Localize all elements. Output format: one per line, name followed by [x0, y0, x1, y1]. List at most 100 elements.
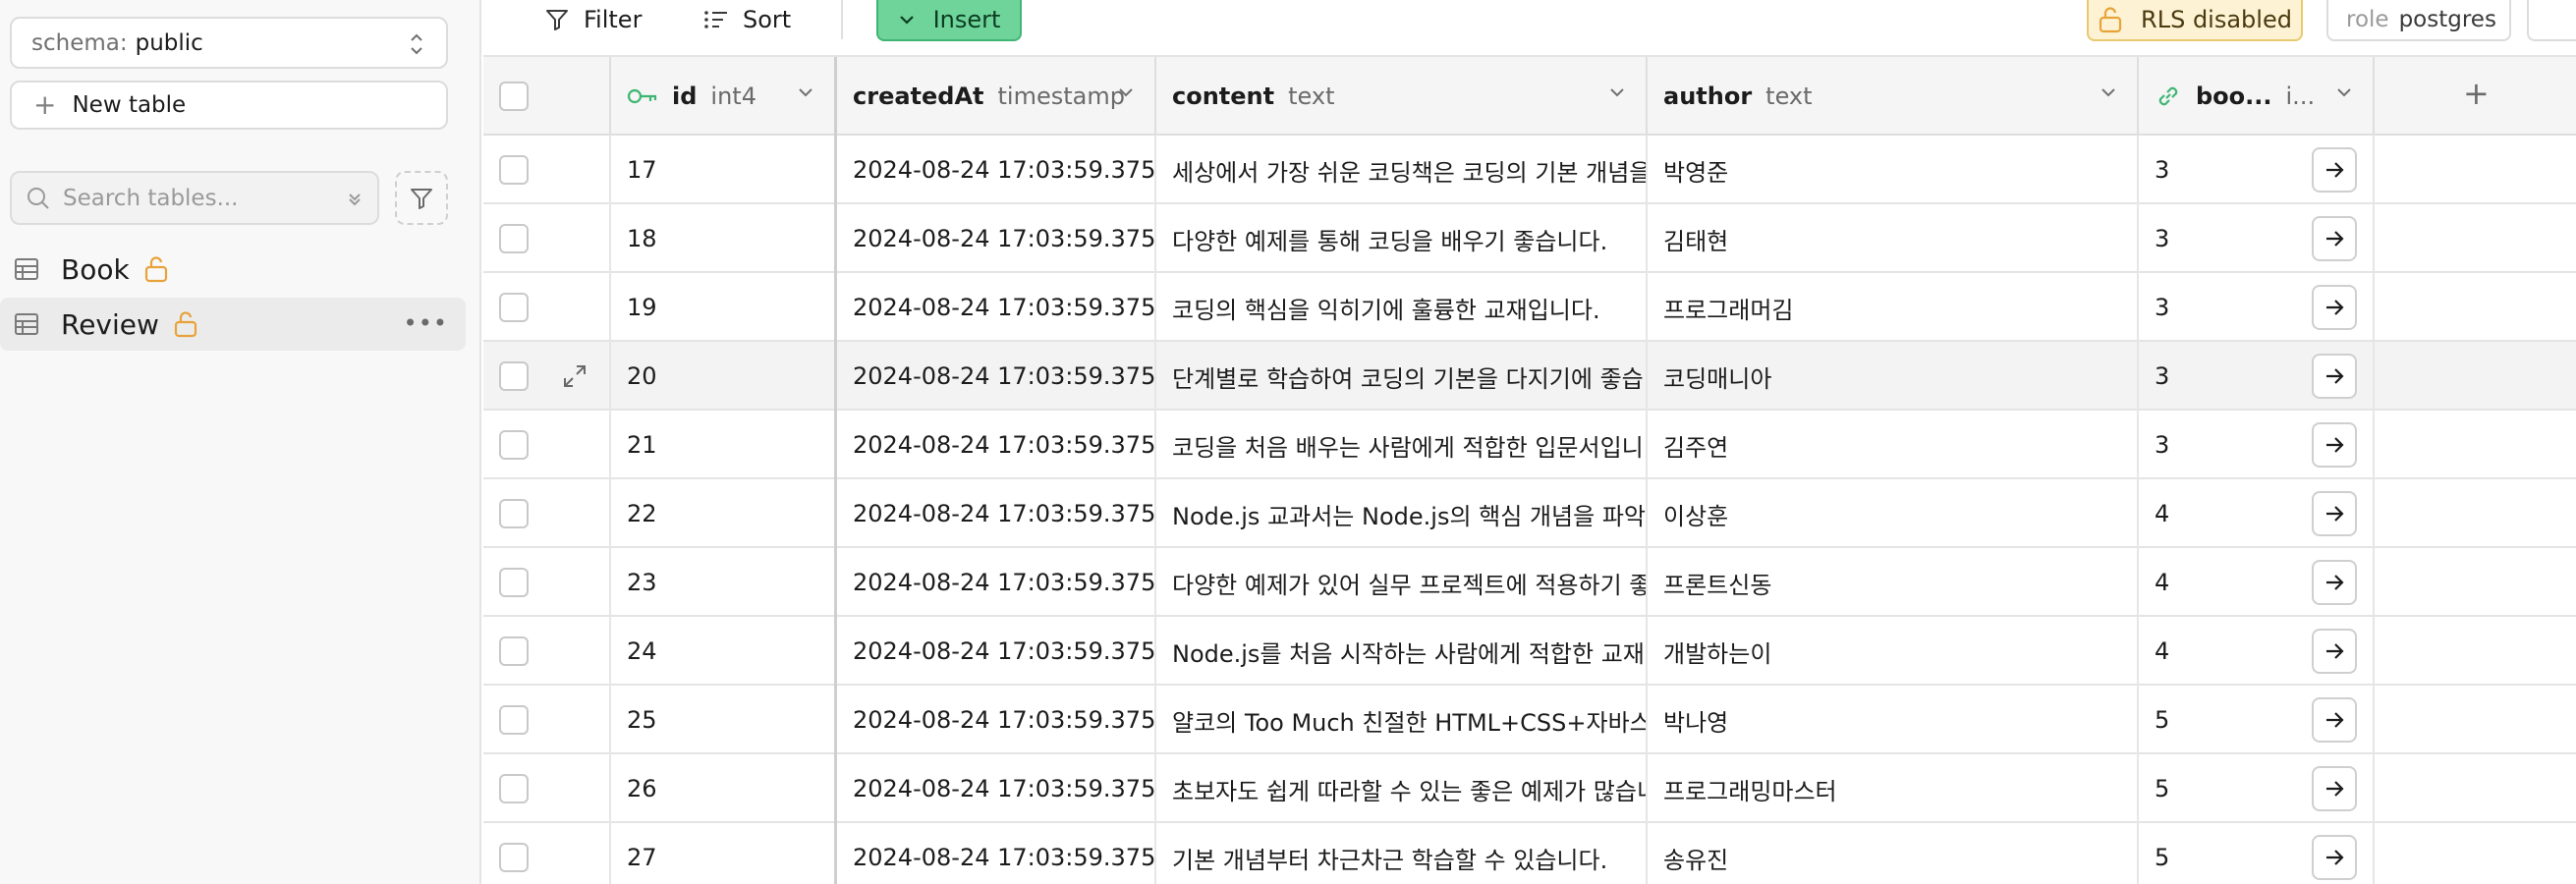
expand-row-icon[interactable]: [560, 361, 589, 391]
sidebar-item-review[interactable]: Review •••: [0, 298, 466, 351]
cell-author[interactable]: 박영준: [1648, 136, 2139, 204]
cell-createdat[interactable]: 2024-08-24 17:03:59.375: [837, 342, 1156, 411]
cell-book[interactable]: 3: [2139, 273, 2375, 342]
row-checkbox[interactable]: [499, 224, 529, 253]
chevron-down-icon[interactable]: [2335, 86, 2353, 98]
row-checkbox[interactable]: [499, 430, 529, 460]
sort-button[interactable]: Sort: [703, 0, 791, 39]
open-reference-button[interactable]: [2312, 491, 2357, 536]
cell-book[interactable]: 4: [2139, 617, 2375, 686]
row-checkbox[interactable]: [499, 705, 529, 735]
cell-author[interactable]: 이상훈: [1648, 479, 2139, 548]
cell-book[interactable]: 3: [2139, 342, 2375, 411]
cell-id[interactable]: 24: [611, 617, 837, 686]
cell-content[interactable]: 얄코의 Too Much 친절한 HTML+CSS+자바스: [1156, 686, 1648, 754]
table-row[interactable]: 23 2024-08-24 17:03:59.375 다양한 예제가 있어 실무…: [483, 548, 2576, 617]
cell-book[interactable]: 4: [2139, 479, 2375, 548]
open-reference-button[interactable]: [2312, 285, 2357, 330]
column-header-content[interactable]: content text: [1156, 57, 1648, 136]
toolbar-extra-button[interactable]: [2527, 0, 2576, 41]
sidebar-item-book[interactable]: Book: [0, 243, 466, 296]
cell-content[interactable]: 다양한 예제가 있어 실무 프로젝트에 적용하기 좋: [1156, 548, 1648, 617]
column-header-id[interactable]: id int4: [611, 57, 837, 136]
filter-tables-button[interactable]: [395, 171, 448, 225]
cell-content[interactable]: 코딩을 처음 배우는 사람에게 적합한 입문서입니: [1156, 411, 1648, 479]
column-header-book[interactable]: boo... i...: [2139, 57, 2375, 136]
new-table-button[interactable]: + New table: [10, 81, 448, 130]
cell-createdat[interactable]: 2024-08-24 17:03:59.375: [837, 686, 1156, 754]
open-reference-button[interactable]: [2312, 697, 2357, 743]
table-row[interactable]: 25 2024-08-24 17:03:59.375 얄코의 Too Much …: [483, 686, 2576, 754]
cell-author[interactable]: 프로그래머김: [1648, 273, 2139, 342]
more-options-icon[interactable]: •••: [404, 309, 448, 337]
cell-createdat[interactable]: 2024-08-24 17:03:59.375: [837, 617, 1156, 686]
cell-book[interactable]: 5: [2139, 686, 2375, 754]
open-reference-button[interactable]: [2312, 835, 2357, 880]
open-reference-button[interactable]: [2312, 560, 2357, 605]
cell-createdat[interactable]: 2024-08-24 17:03:59.375: [837, 273, 1156, 342]
cell-id[interactable]: 22: [611, 479, 837, 548]
row-checkbox[interactable]: [499, 568, 529, 597]
cell-author[interactable]: 코딩매니아: [1648, 342, 2139, 411]
cell-createdat[interactable]: 2024-08-24 17:03:59.375: [837, 754, 1156, 823]
row-checkbox[interactable]: [499, 155, 529, 185]
chevron-down-icon[interactable]: [1608, 86, 1626, 98]
cell-author[interactable]: 개발하는이: [1648, 617, 2139, 686]
role-select[interactable]: role postgres: [2326, 0, 2511, 41]
table-row[interactable]: 18 2024-08-24 17:03:59.375 다양한 예제를 통해 코딩…: [483, 204, 2576, 273]
column-header-author[interactable]: author text: [1648, 57, 2139, 136]
cell-book[interactable]: 3: [2139, 204, 2375, 273]
filter-button[interactable]: Filter: [544, 0, 642, 39]
open-reference-button[interactable]: [2312, 766, 2357, 811]
cell-createdat[interactable]: 2024-08-24 17:03:59.375: [837, 136, 1156, 204]
row-checkbox[interactable]: [499, 636, 529, 666]
cell-id[interactable]: 25: [611, 686, 837, 754]
cell-book[interactable]: 4: [2139, 548, 2375, 617]
row-checkbox[interactable]: [499, 843, 529, 872]
cell-content[interactable]: Node.js 교과서는 Node.js의 핵심 개념을 파악: [1156, 479, 1648, 548]
cell-createdat[interactable]: 2024-08-24 17:03:59.375: [837, 479, 1156, 548]
cell-id[interactable]: 20: [611, 342, 837, 411]
cell-author[interactable]: 프론트신동: [1648, 548, 2139, 617]
table-row[interactable]: 22 2024-08-24 17:03:59.375 Node.js 교과서는 …: [483, 479, 2576, 548]
cell-id[interactable]: 26: [611, 754, 837, 823]
column-header-createdat[interactable]: createdAt timestamp: [837, 57, 1156, 136]
table-row[interactable]: 26 2024-08-24 17:03:59.375 초보자도 쉽게 따라할 수…: [483, 754, 2576, 823]
cell-content[interactable]: 초보자도 쉽게 따라할 수 있는 좋은 예제가 많습니: [1156, 754, 1648, 823]
rls-disabled-button[interactable]: RLS disabled: [2087, 0, 2303, 41]
cell-author[interactable]: 김태현: [1648, 204, 2139, 273]
select-all-checkbox[interactable]: [499, 82, 529, 111]
insert-button[interactable]: Insert: [876, 0, 1022, 41]
cell-createdat[interactable]: 2024-08-24 17:03:59.375: [837, 823, 1156, 884]
chevron-down-icon[interactable]: [2100, 86, 2117, 98]
cell-author[interactable]: 송유진: [1648, 823, 2139, 884]
cell-book[interactable]: 5: [2139, 754, 2375, 823]
cell-content[interactable]: 세상에서 가장 쉬운 코딩책은 코딩의 기본 개념을: [1156, 136, 1648, 204]
cell-book[interactable]: 3: [2139, 411, 2375, 479]
cell-id[interactable]: 17: [611, 136, 837, 204]
cell-id[interactable]: 21: [611, 411, 837, 479]
table-row[interactable]: 20 2024-08-24 17:03:59.375 단계별로 학습하여 코딩의…: [483, 342, 2576, 411]
row-checkbox[interactable]: [499, 774, 529, 803]
cell-id[interactable]: 18: [611, 204, 837, 273]
table-row[interactable]: 19 2024-08-24 17:03:59.375 코딩의 핵심을 익히기에 …: [483, 273, 2576, 342]
table-row[interactable]: 17 2024-08-24 17:03:59.375 세상에서 가장 쉬운 코딩…: [483, 136, 2576, 204]
open-reference-button[interactable]: [2312, 216, 2357, 261]
open-reference-button[interactable]: [2312, 147, 2357, 193]
cell-content[interactable]: 코딩의 핵심을 익히기에 훌륭한 교재입니다.: [1156, 273, 1648, 342]
cell-content[interactable]: 단계별로 학습하여 코딩의 기본을 다지기에 좋습: [1156, 342, 1648, 411]
cell-book[interactable]: 3: [2139, 136, 2375, 204]
row-checkbox[interactable]: [499, 293, 529, 322]
cell-author[interactable]: 박나영: [1648, 686, 2139, 754]
cell-createdat[interactable]: 2024-08-24 17:03:59.375: [837, 548, 1156, 617]
chevron-up-down-icon[interactable]: [346, 187, 364, 210]
cell-author[interactable]: 김주연: [1648, 411, 2139, 479]
row-checkbox[interactable]: [499, 499, 529, 528]
cell-book[interactable]: 5: [2139, 823, 2375, 884]
row-checkbox[interactable]: [499, 361, 529, 391]
cell-content[interactable]: 기본 개념부터 차근차근 학습할 수 있습니다.: [1156, 823, 1648, 884]
schema-select[interactable]: schema: public: [10, 17, 448, 69]
cell-createdat[interactable]: 2024-08-24 17:03:59.375: [837, 204, 1156, 273]
table-row[interactable]: 27 2024-08-24 17:03:59.375 기본 개념부터 차근차근 …: [483, 823, 2576, 884]
cell-id[interactable]: 23: [611, 548, 837, 617]
